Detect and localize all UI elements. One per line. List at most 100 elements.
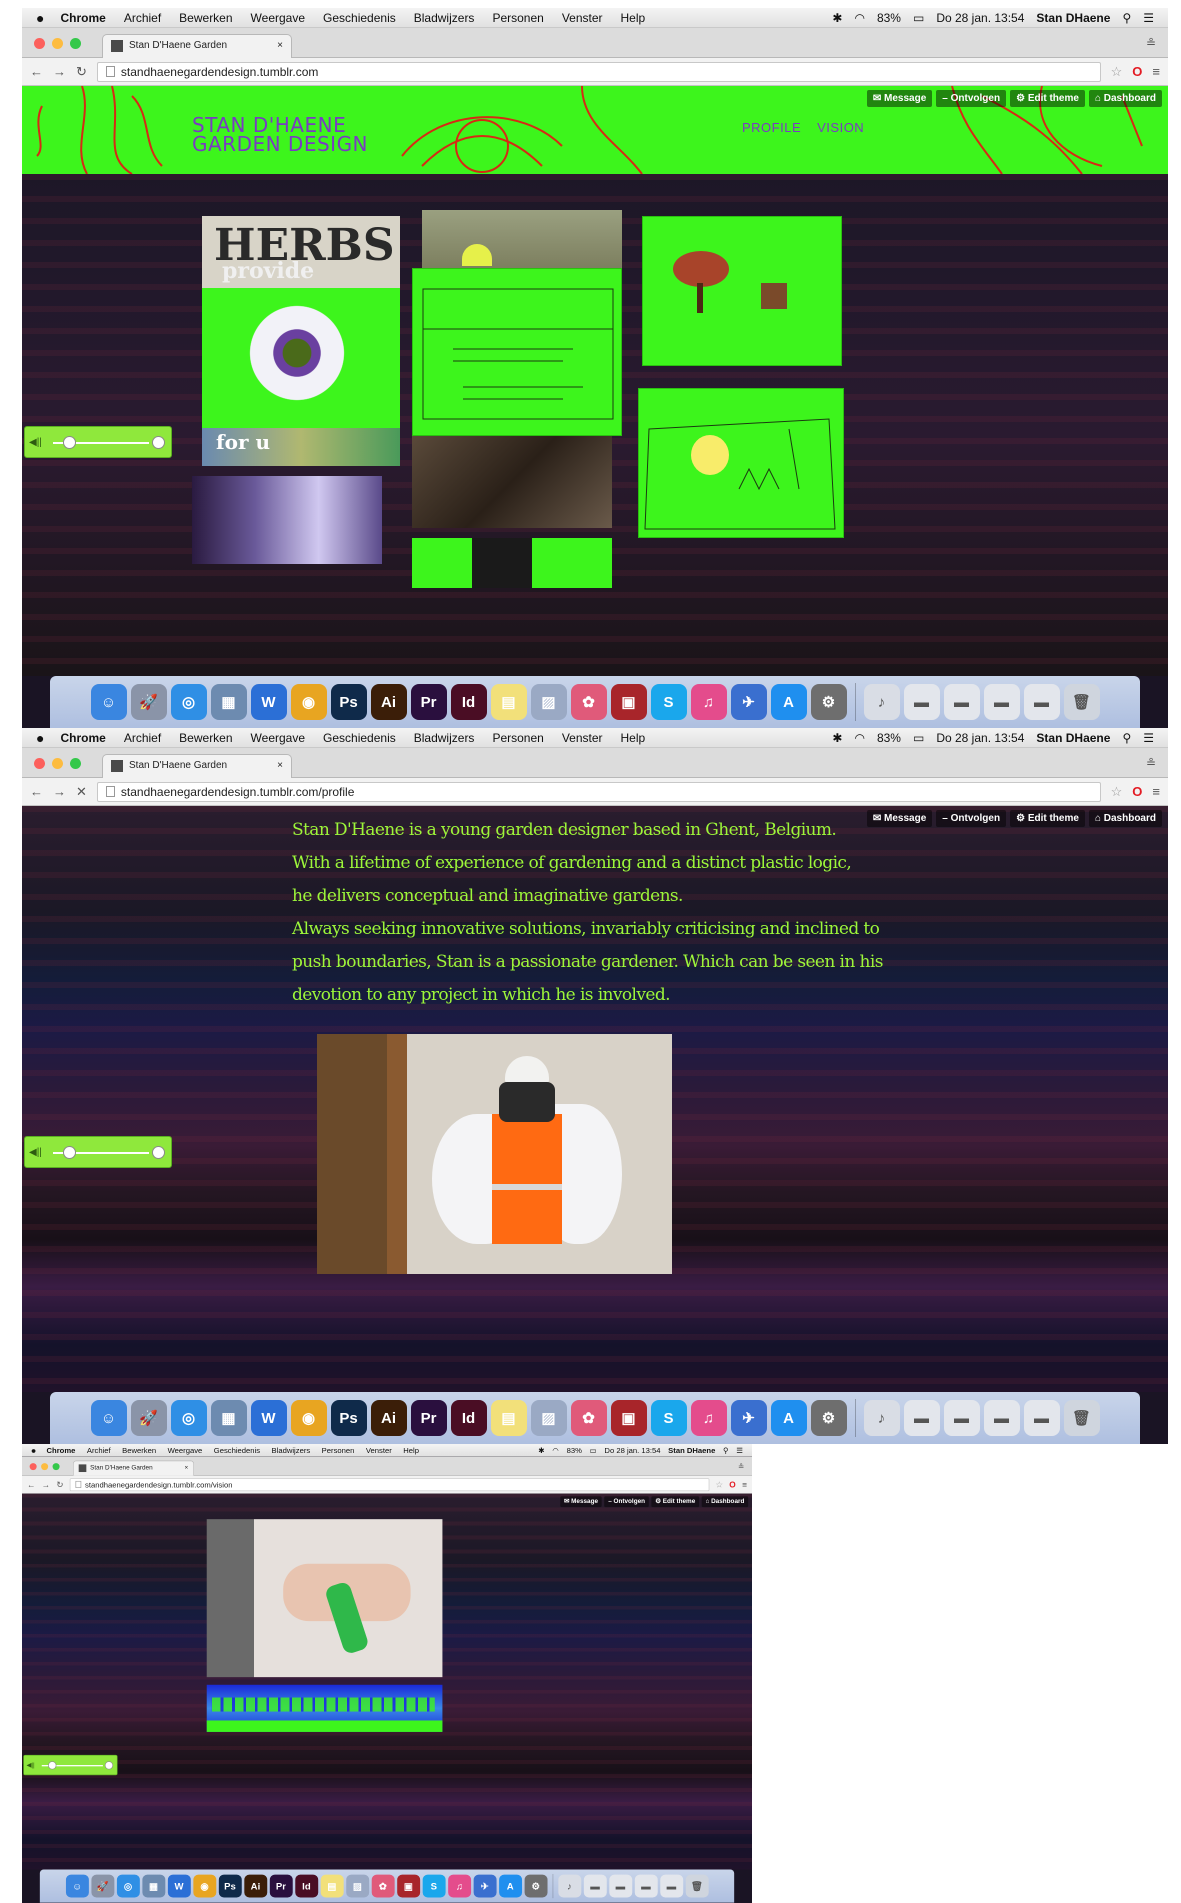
bird-app-icon[interactable]: ✈ bbox=[730, 684, 767, 720]
notification-center-icon[interactable]: ☰ bbox=[736, 1446, 743, 1455]
skype-icon[interactable]: S bbox=[650, 684, 687, 720]
bookmark-star-icon[interactable]: ☆ bbox=[1111, 64, 1123, 80]
menu-weergave[interactable]: Weergave bbox=[168, 1446, 203, 1455]
menu-archief[interactable]: Archief bbox=[87, 1446, 111, 1455]
bird-app-icon[interactable]: ✈ bbox=[730, 1400, 767, 1436]
edit-theme-button[interactable]: ⚙ Edit theme bbox=[1010, 810, 1085, 827]
document-stack-icon[interactable]: ▬ bbox=[943, 1400, 980, 1436]
page-info-icon[interactable] bbox=[105, 66, 115, 77]
document-stack-icon[interactable]: ▬ bbox=[659, 1874, 683, 1898]
unfollow-button[interactable]: – Ontvolgen bbox=[604, 1496, 649, 1508]
music-folder-icon[interactable]: ♪ bbox=[558, 1874, 581, 1898]
battery-icon[interactable]: ▭ bbox=[913, 731, 924, 745]
volume-knob[interactable] bbox=[152, 436, 165, 449]
volume-icon[interactable]: ◀|| bbox=[29, 1147, 42, 1158]
post-herbs-collage[interactable]: HERBS provide for u bbox=[202, 216, 400, 466]
site-title[interactable]: STAN D'HAENE GARDEN DESIGN bbox=[192, 115, 368, 154]
preview-icon[interactable]: ▦ bbox=[210, 1400, 247, 1436]
music-folder-icon[interactable]: ♪ bbox=[863, 684, 900, 720]
user-name[interactable]: Stan DHaene bbox=[668, 1446, 715, 1455]
dashboard-button[interactable]: ⌂ Dashboard bbox=[1088, 90, 1162, 107]
address-bar[interactable]: standhaenegardendesign.tumblr.com/vision bbox=[69, 1478, 710, 1491]
document-stack-icon[interactable]: ▬ bbox=[983, 684, 1020, 720]
menu-personen[interactable]: Personen bbox=[322, 1446, 355, 1455]
menu-help[interactable]: Help bbox=[621, 11, 646, 25]
back-icon[interactable]: ← bbox=[27, 1480, 35, 1490]
address-bar[interactable]: standhaenegardendesign.tumblr.com bbox=[96, 61, 1101, 82]
bluetooth-icon[interactable]: ✱ bbox=[832, 731, 842, 745]
document-stack-icon[interactable]: ▬ bbox=[903, 684, 940, 720]
trash-icon[interactable]: 🗑 bbox=[1063, 684, 1100, 720]
menu-help[interactable]: Help bbox=[403, 1446, 419, 1455]
photo-booth-icon[interactable]: ▣ bbox=[396, 1874, 420, 1898]
document-stack-icon[interactable]: ▬ bbox=[943, 684, 980, 720]
user-name[interactable]: Stan DHaene bbox=[1036, 11, 1110, 25]
launchpad-icon[interactable]: 🚀 bbox=[130, 1400, 167, 1436]
menu-app[interactable]: Chrome bbox=[60, 731, 105, 745]
profile-icon[interactable]: ≗ bbox=[1146, 36, 1156, 50]
back-icon[interactable]: ← bbox=[30, 784, 43, 799]
indesign-icon[interactable]: Id bbox=[450, 684, 487, 720]
bluetooth-icon[interactable]: ✱ bbox=[832, 11, 842, 25]
apple-icon[interactable]: ● bbox=[36, 10, 44, 26]
document-stack-icon[interactable]: ▬ bbox=[1023, 1400, 1060, 1436]
profile-icon[interactable]: ≗ bbox=[738, 1462, 744, 1471]
photo-booth-icon[interactable]: ▣ bbox=[610, 684, 647, 720]
itunes-icon[interactable]: ♫ bbox=[690, 684, 727, 720]
minimize-window-button[interactable] bbox=[52, 38, 63, 49]
wifi-icon[interactable]: ◠ bbox=[854, 11, 864, 25]
safari-icon[interactable]: ◎ bbox=[116, 1874, 140, 1898]
finder-icon[interactable]: ☺ bbox=[65, 1874, 89, 1898]
post-abstract-photo[interactable] bbox=[192, 476, 382, 564]
finder-icon[interactable]: ☺ bbox=[90, 684, 127, 720]
system-preferences-icon[interactable]: ⚙ bbox=[810, 684, 847, 720]
edit-theme-button[interactable]: ⚙ Edit theme bbox=[1010, 90, 1085, 107]
notes-icon[interactable]: ▤ bbox=[490, 684, 527, 720]
photoshop-icon[interactable]: Ps bbox=[330, 1400, 367, 1436]
menu-venster[interactable]: Venster bbox=[366, 1446, 392, 1455]
menu-bewerken[interactable]: Bewerken bbox=[179, 731, 232, 745]
notification-center-icon[interactable]: ☰ bbox=[1143, 11, 1154, 25]
menu-geschiedenis[interactable]: Geschiedenis bbox=[214, 1446, 260, 1455]
illustrator-icon[interactable]: Ai bbox=[370, 684, 407, 720]
dashboard-button[interactable]: ⌂ Dashboard bbox=[701, 1496, 749, 1508]
post-soil-photo[interactable] bbox=[412, 436, 612, 528]
address-bar[interactable]: standhaenegardendesign.tumblr.com/profil… bbox=[96, 781, 1101, 802]
finder-icon[interactable]: ☺ bbox=[90, 1400, 127, 1436]
menu-app[interactable]: Chrome bbox=[47, 1446, 76, 1455]
menu-personen[interactable]: Personen bbox=[492, 731, 543, 745]
photos-viewer-icon[interactable]: ▨ bbox=[530, 684, 567, 720]
system-preferences-icon[interactable]: ⚙ bbox=[810, 1400, 847, 1436]
forward-icon[interactable]: → bbox=[42, 1480, 50, 1490]
tab-close-icon[interactable]: × bbox=[185, 1464, 189, 1472]
reload-icon[interactable]: ↻ bbox=[56, 1479, 63, 1489]
document-stack-icon[interactable]: ▬ bbox=[634, 1874, 658, 1898]
document-stack-icon[interactable]: ▬ bbox=[903, 1400, 940, 1436]
audio-scrubber[interactable] bbox=[63, 1146, 76, 1159]
close-window-button[interactable] bbox=[34, 758, 45, 769]
premiere-icon[interactable]: Pr bbox=[410, 684, 447, 720]
wifi-icon[interactable]: ◠ bbox=[552, 1446, 559, 1455]
photo-booth-icon[interactable]: ▣ bbox=[610, 1400, 647, 1436]
preview-icon[interactable]: ▦ bbox=[142, 1874, 166, 1898]
nav-vision-link[interactable]: VISION bbox=[817, 120, 864, 135]
photoshop-icon[interactable]: Ps bbox=[218, 1874, 242, 1898]
itunes-icon[interactable]: ♫ bbox=[690, 1400, 727, 1436]
page-info-icon[interactable] bbox=[105, 786, 115, 797]
battery-icon[interactable]: ▭ bbox=[590, 1446, 597, 1455]
safari-icon[interactable]: ◎ bbox=[170, 684, 207, 720]
user-name[interactable]: Stan DHaene bbox=[1036, 731, 1110, 745]
opera-extension-icon[interactable]: O bbox=[1132, 784, 1142, 799]
unfollow-button[interactable]: – Ontvolgen bbox=[936, 90, 1007, 107]
volume-knob[interactable] bbox=[104, 1761, 114, 1770]
trash-icon[interactable]: 🗑 bbox=[1063, 1400, 1100, 1436]
dashboard-button[interactable]: ⌂ Dashboard bbox=[1088, 810, 1162, 827]
premiere-icon[interactable]: Pr bbox=[269, 1874, 293, 1898]
tab-close-icon[interactable]: × bbox=[277, 40, 283, 53]
bookmark-star-icon[interactable]: ☆ bbox=[1111, 784, 1123, 800]
profile-icon[interactable]: ≗ bbox=[1146, 756, 1156, 770]
indesign-icon[interactable]: Id bbox=[294, 1874, 318, 1898]
bluetooth-icon[interactable]: ✱ bbox=[538, 1446, 544, 1455]
menu-personen[interactable]: Personen bbox=[492, 11, 543, 25]
app-store-icon[interactable]: A bbox=[770, 684, 807, 720]
